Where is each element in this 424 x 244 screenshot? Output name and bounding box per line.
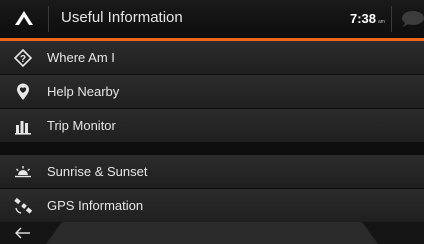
- header-bar: Useful Information 7:38 am: [0, 0, 424, 38]
- menu-item-sunrise-sunset[interactable]: Sunrise & Sunset: [0, 155, 424, 189]
- up-button[interactable]: [0, 0, 48, 38]
- menu-item-label: Sunrise & Sunset: [47, 164, 148, 179]
- message-button[interactable]: [392, 0, 424, 38]
- back-arrow-icon: [15, 227, 30, 239]
- svg-text:?: ?: [20, 54, 26, 65]
- header-divider: [48, 6, 49, 32]
- bar-chart-icon: [15, 121, 31, 135]
- satellite-icon: [14, 197, 33, 214]
- menu-item-trip-monitor[interactable]: Trip Monitor: [0, 109, 424, 143]
- menu-item-where-am-i[interactable]: ? Where Am I: [0, 41, 424, 75]
- menu-item-gps-information[interactable]: GPS Information: [0, 189, 424, 223]
- back-button[interactable]: [0, 222, 46, 244]
- clock[interactable]: 7:38 am: [350, 11, 385, 26]
- up-arrow-icon: [15, 11, 33, 25]
- bottom-tab-shape: [46, 222, 378, 244]
- clock-time: 7:38: [350, 11, 377, 26]
- menu-item-label: Help Nearby: [47, 84, 120, 99]
- useful-information-screen: Useful Information 7:38 am ? Where Am I H…: [0, 0, 424, 244]
- question-location-icon: ?: [13, 48, 33, 68]
- clock-ampm: am: [378, 19, 385, 25]
- menu-item-label: Trip Monitor: [47, 118, 116, 133]
- page-title: Useful Information: [61, 9, 183, 26]
- bottom-bar: [0, 222, 424, 244]
- sunrise-icon: [15, 166, 31, 178]
- speech-bubble-icon: [402, 11, 424, 27]
- section-divider: [0, 143, 424, 155]
- menu-item-label: GPS Information: [47, 198, 144, 213]
- menu-item-help-nearby[interactable]: Help Nearby: [0, 75, 424, 109]
- menu-item-label: Where Am I: [47, 50, 115, 65]
- pin-heart-icon: [17, 83, 29, 100]
